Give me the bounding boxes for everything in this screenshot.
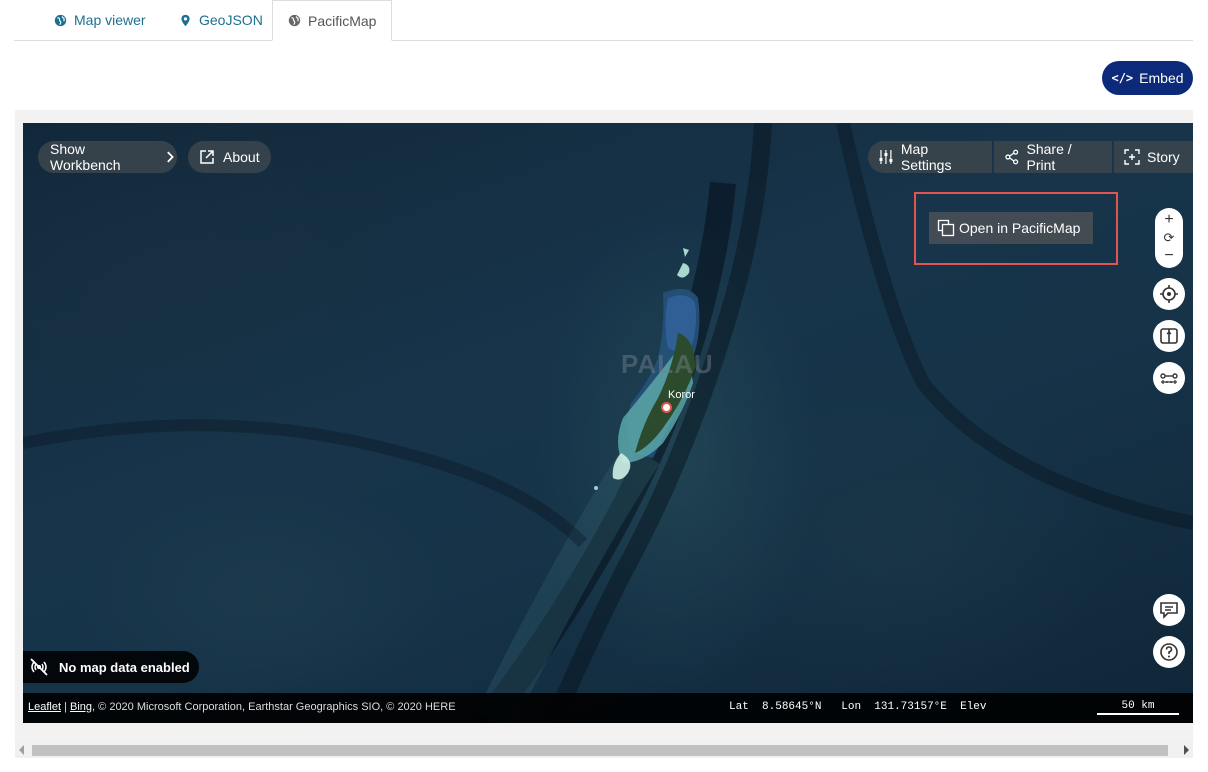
tab-label: PacificMap [308,12,377,29]
open-in-label: Open in PacificMap [959,220,1081,236]
map-pin-icon [181,14,190,26]
share-print-label: Share / Print [1026,141,1072,173]
scroll-left-arrow[interactable] [19,745,24,755]
ruler-icon [1160,373,1178,384]
attribution-text: , © 2020 Microsoft Corporation, Earthsta… [92,701,456,713]
city-label: Koror [668,389,695,401]
lat-label: Lat [729,701,749,713]
open-in-pacificmap-button[interactable]: Open in PacificMap [929,212,1093,244]
about-button[interactable]: About [188,141,271,173]
scrollbar-thumb[interactable] [32,745,1168,756]
tab-label: Map viewer [74,12,146,28]
bing-link[interactable]: Bing [70,701,92,713]
lat-value: 8.58645°N [762,701,822,713]
no-signal-icon [30,658,48,676]
zoom-reset-button[interactable]: ⟳ [1155,228,1183,248]
measure-distance-button[interactable] [1153,362,1185,394]
story-button[interactable]: Story [1113,141,1193,173]
map-settings-label: Map Settings [900,141,952,173]
story-label: Story [1147,149,1180,165]
attribution: Leaflet | Bing, © 2020 Microsoft Corpora… [28,701,456,713]
map-settings-button[interactable]: Map Settings [868,141,992,173]
horizontal-scrollbar[interactable] [15,742,1193,758]
chat-icon [1160,602,1178,619]
share-print-button[interactable]: Share / Print [993,141,1112,173]
help-button[interactable] [1153,636,1185,668]
split-screen-icon [1160,328,1178,344]
region-label: PALAU [621,349,714,379]
crosshair-icon [1160,285,1178,303]
feedback-button[interactable] [1153,594,1185,626]
no-data-label: No map data enabled [59,659,190,675]
tab-geojson[interactable]: GeoJSON [179,0,263,40]
scale-bar: 50 km [1097,700,1179,715]
zoom-control: + ⟳ − [1155,208,1183,268]
tab-bar: Map viewer GeoJSON PacificMap [14,0,1193,41]
show-workbench-button[interactable]: Show Workbench [38,141,177,173]
split-compare-button[interactable] [1153,320,1185,352]
tab-pacificmap[interactable]: PacificMap [272,0,392,41]
chevron-right-icon [166,151,174,163]
locate-me-button[interactable] [1153,278,1185,310]
external-link-icon [200,150,214,164]
sliders-icon [879,150,893,164]
code-icon: </> [1111,71,1134,85]
status-bar: Leaflet | Bing, © 2020 Microsoft Corpora… [23,693,1193,723]
show-workbench-label: Show Workbench [50,141,121,173]
zoom-in-button[interactable]: + [1155,210,1183,230]
lon-value: 131.73157°E [874,701,947,713]
elev-label: Elev [960,701,987,713]
embed-button[interactable]: </> Embed [1102,61,1193,95]
help-icon [1160,643,1178,661]
share-icon [1005,149,1019,165]
lon-label: Lon [841,701,862,713]
map-viewport[interactable]: PALAU Koror Show Workbench About Map Set… [23,123,1193,723]
globe-icon [288,14,301,27]
city-marker[interactable] [661,402,672,413]
about-label: About [223,149,260,165]
scroll-right-arrow[interactable] [1184,745,1189,755]
tab-label: GeoJSON [199,12,263,28]
embed-label: Embed [1139,70,1184,86]
zoom-out-button[interactable]: − [1155,246,1183,266]
globe-icon [54,14,67,26]
tab-map-viewer[interactable]: Map viewer [54,0,146,40]
no-map-data-indicator: No map data enabled [23,651,199,683]
leaflet-link[interactable]: Leaflet [28,701,61,713]
coordinate-readout: Lat 8.58645°N Lon 131.73157°E Elev [729,701,987,713]
story-icon [1124,149,1140,165]
attribution-separator: | [61,701,71,713]
copy-icon [937,219,955,237]
